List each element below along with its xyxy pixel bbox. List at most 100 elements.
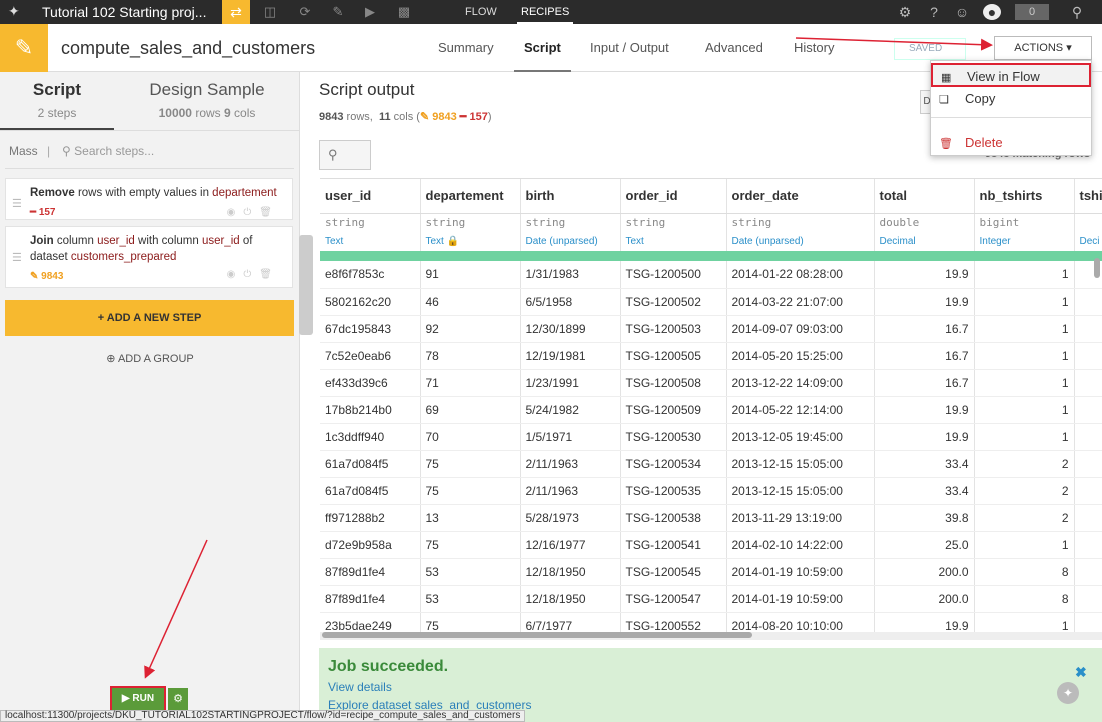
table-cell[interactable]: 87f89d1fe4 [320,558,421,586]
table-cell[interactable]: 12/16/1977 [520,531,621,559]
table-cell[interactable] [1074,288,1102,316]
table-cell[interactable]: TSG-1200545 [620,558,727,586]
table-cell[interactable]: 5802162c20 [320,288,421,316]
table-cell[interactable]: TSG-1200541 [620,531,727,559]
table-cell[interactable]: e8f6f7853c [320,261,421,289]
table-cell[interactable]: 2 [974,450,1075,478]
column-header[interactable]: tshi [1074,179,1102,214]
table-row[interactable]: 87f89d1fe4 53 12/18/1950 TSG-1200547 2014-01… [320,585,1102,613]
drag-handle-icon[interactable]: ☰ [12,251,22,264]
table-cell[interactable]: 1 [974,315,1075,343]
table-cell[interactable]: 7c52e0eab6 [320,342,421,370]
run-settings-gear-icon[interactable]: ⚙ [168,688,188,710]
table-cell[interactable] [1074,504,1102,532]
table-cell[interactable]: 19.9 [874,261,975,289]
tab-history[interactable]: History [794,40,834,55]
table-cell[interactable]: 2014-03-22 21:07:00 [726,288,875,316]
table-cell[interactable]: d72e9b958a [320,531,421,559]
table-cell[interactable]: TSG-1200530 [620,423,727,451]
meaning-label[interactable]: Deci [1074,232,1102,251]
table-cell[interactable]: 2 [974,504,1075,532]
table-cell[interactable] [1074,612,1102,632]
table-cell[interactable]: 200.0 [874,558,975,586]
table-cell[interactable]: TSG-1200503 [620,315,727,343]
dataiku-logo-icon[interactable]: ✦ [8,3,28,21]
column-header[interactable]: departement [420,179,521,214]
table-cell[interactable]: 12/18/1950 [520,585,621,613]
table-cell[interactable]: 53 [420,558,521,586]
vertical-scrollbar-thumb[interactable] [1094,258,1100,278]
drag-handle-icon[interactable]: ☰ [12,197,22,210]
table-cell[interactable]: 69 [420,396,521,424]
tab-script-steps[interactable]: Script 2 steps [0,72,114,130]
table-cell[interactable]: 5/28/1973 [520,504,621,532]
table-row[interactable]: 1c3ddff940 70 1/5/1971 TSG-1200530 2013-12-0… [320,423,1102,451]
menu-item-delete[interactable]: 🗑 Delete [931,131,1091,155]
table-cell[interactable]: 1c3ddff940 [320,423,421,451]
search-box[interactable]: ⚲ [319,140,371,170]
table-cell[interactable]: 2014-01-22 08:28:00 [726,261,875,289]
table-row[interactable]: 17b8b214b0 69 5/24/1982 TSG-1200509 2014-05-… [320,396,1102,424]
table-cell[interactable]: 1 [974,369,1075,397]
table-cell[interactable]: TSG-1200535 [620,477,727,505]
table-cell[interactable]: 16.7 [874,369,975,397]
table-cell[interactable]: 1 [974,261,1075,289]
table-cell[interactable]: 67dc195843 [320,315,421,343]
table-cell[interactable]: 1/23/1991 [520,369,621,397]
table-cell[interactable]: 1 [974,288,1075,316]
table-cell[interactable]: TSG-1200505 [620,342,727,370]
search-icon[interactable]: ⚲ [1068,4,1086,20]
table-cell[interactable]: 16.7 [874,315,975,343]
table-cell[interactable]: 2 [974,477,1075,505]
table-cell[interactable]: 53 [420,585,521,613]
table-cell[interactable] [1074,423,1102,451]
table-cell[interactable]: 91 [420,261,521,289]
tab-script[interactable]: Script [514,40,571,72]
table-cell[interactable]: 2014-01-19 10:59:00 [726,585,875,613]
table-cell[interactable]: 19.9 [874,396,975,424]
table-cell[interactable] [1074,531,1102,559]
table-cell[interactable]: 61a7d084f5 [320,477,421,505]
table-cell[interactable]: 2013-12-15 15:05:00 [726,450,875,478]
table-cell[interactable]: 2013-12-22 14:09:00 [726,369,875,397]
table-cell[interactable]: 5/24/1982 [520,396,621,424]
table-cell[interactable] [1074,342,1102,370]
table-cell[interactable]: 2013-12-05 19:45:00 [726,423,875,451]
table-cell[interactable]: 12/19/1981 [520,342,621,370]
table-cell[interactable]: TSG-1200508 [620,369,727,397]
table-cell[interactable]: 2014-01-19 10:59:00 [726,558,875,586]
users-icon[interactable]: ☺ [953,4,971,20]
tab-design-sample[interactable]: Design Sample 10000 rows 9 cols [114,72,300,130]
table-cell[interactable]: TSG-1200509 [620,396,727,424]
table-cell[interactable]: 2014-02-10 14:22:00 [726,531,875,559]
meaning-label[interactable]: Text 🔒 [420,232,521,251]
feather-icon[interactable]: ✦ [1057,682,1079,704]
table-cell[interactable]: 2/11/1963 [520,450,621,478]
table-cell[interactable]: 23b5dae249 [320,612,421,632]
tab-advanced[interactable]: Advanced [705,40,763,55]
table-cell[interactable]: 2014-09-07 09:03:00 [726,315,875,343]
saved-button[interactable]: SAVED [894,38,966,60]
meaning-label[interactable]: Decimal [874,232,975,251]
flow-toggle-icon[interactable]: ⇄ [222,0,250,24]
step-controls[interactable]: ◉⏻🗑 [227,269,280,280]
scrollbar-thumb[interactable] [322,632,752,638]
mass-action-toggle[interactable]: Mass [9,144,38,158]
table-cell[interactable]: TSG-1200502 [620,288,727,316]
table-cell[interactable]: 19.9 [874,423,975,451]
table-cell[interactable] [1074,315,1102,343]
table-row[interactable]: e8f6f7853c 91 1/31/1983 TSG-1200500 2014-01-… [320,261,1102,289]
panel-resize-handle[interactable] [299,235,313,335]
horizontal-scrollbar[interactable] [320,632,1102,640]
table-cell[interactable]: 6/7/1977 [520,612,621,632]
table-cell[interactable]: 33.4 [874,450,975,478]
step-remove-empty[interactable]: ☰ Remove rows with empty values in depar… [5,178,293,220]
table-cell[interactable] [1074,558,1102,586]
run-button[interactable]: ▶ RUN [110,686,166,712]
table-cell[interactable]: 25.0 [874,531,975,559]
table-row[interactable]: 5802162c20 46 6/5/1958 TSG-1200502 2014-03-2… [320,288,1102,316]
table-cell[interactable]: 12/30/1899 [520,315,621,343]
table-row[interactable]: 61a7d084f5 75 2/11/1963 TSG-1200535 2013-12-… [320,477,1102,505]
table-cell[interactable]: 39.8 [874,504,975,532]
recipes-icon[interactable]: ⟳ [297,4,313,20]
